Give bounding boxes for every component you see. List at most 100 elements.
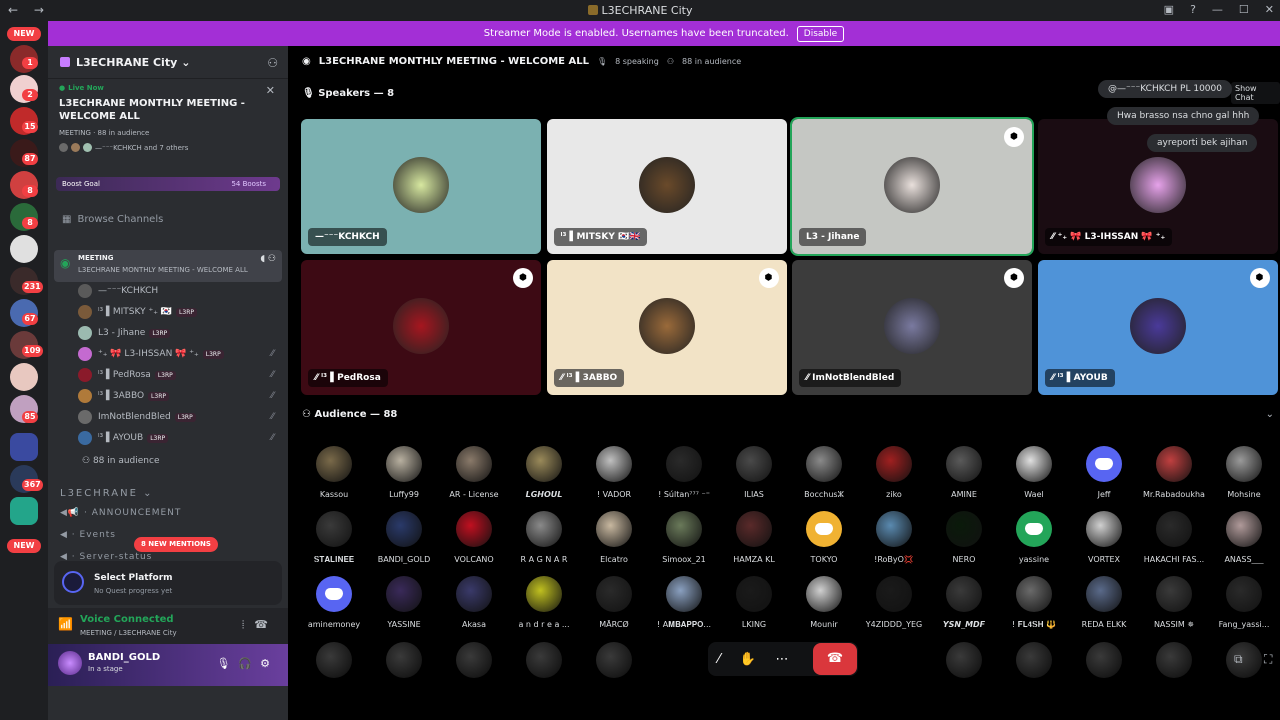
category-header[interactable]: L3ECHRANE ⌄ [60, 488, 154, 499]
fullscreen-icon[interactable]: ⛶ [1264, 652, 1272, 667]
audience-member[interactable]: Y4ZIDDD_YEG [861, 576, 927, 629]
boost-goal-bar[interactable]: Boost Goal 54 Boosts [56, 177, 280, 191]
chevron-down-icon[interactable]: ⌄ [1266, 409, 1274, 420]
channel-events[interactable]: ◀ · Events [60, 530, 116, 540]
stage-member[interactable]: ImNotBlendBled L3RP ⁄⁄ [78, 408, 278, 426]
audience-member[interactable]: ! Súltan⁷⁷⁷ ⁻⁼ [651, 446, 717, 499]
audience-member[interactable] [931, 642, 997, 678]
folder-icon[interactable] [10, 433, 38, 461]
audience-member[interactable]: Mohsine [1211, 446, 1277, 499]
audience-member[interactable]: !RoByO💢 [861, 511, 927, 564]
audience-member[interactable]: Kassou [301, 446, 367, 499]
voice-status[interactable]: Voice Connected [80, 614, 174, 625]
speaker-tile[interactable]: ⁄⁄ ˡ³ ▌3ABBO ⬢ [546, 260, 787, 395]
stage-member[interactable]: L3 - Jihane L3RP [78, 324, 278, 342]
voice-location[interactable]: MEETING / L3ECHRANE City [80, 629, 177, 637]
audience-member[interactable]: Luffy99 [371, 446, 437, 499]
audience-member[interactable]: 𝐒𝐓𝐀𝐋𝐈𝐍𝐄𝐄 [301, 511, 367, 565]
speaker-tile[interactable]: L3 - Jihane ⬢ [790, 117, 1034, 256]
audience-member[interactable]: R A G N A R [511, 511, 577, 564]
disable-button[interactable]: Disable [796, 25, 845, 42]
audience-member[interactable] [1071, 642, 1137, 678]
stage-member[interactable]: ˡ³ ▌MITSKY ⁺₊ 🇰🇷 L3RP [78, 303, 278, 321]
audience-member[interactable]: Wael [1001, 446, 1067, 499]
audience-member[interactable]: LKING [721, 576, 787, 629]
audience-member[interactable]: aminemoney [301, 576, 367, 629]
stage-member[interactable]: —⁻⁻⁻KCHKCH [78, 282, 278, 300]
quest-platform-card[interactable]: Select Platform No Quest progress yet [54, 561, 282, 605]
audience-member[interactable] [1141, 642, 1207, 678]
audience-header[interactable]: ⚇ Audience — 88 [302, 409, 397, 420]
close-icon[interactable]: ✕ [266, 84, 275, 97]
audience-member[interactable]: AR - License [441, 446, 507, 499]
audience-member[interactable]: VOLCANO [441, 511, 507, 564]
audience-member[interactable] [581, 642, 647, 678]
add-member-icon[interactable]: ⚇ [267, 56, 278, 70]
mute-icon[interactable]: ⁄ [718, 652, 720, 667]
browse-channels[interactable]: Browse Channels [62, 214, 163, 225]
audience-member[interactable]: Bocchusⵣ [791, 446, 857, 499]
audience-member[interactable]: ! VADOR [581, 446, 647, 499]
speaker-tile[interactable]: ⁄⁄ ImNotBlendBled ⬢ [792, 260, 1032, 395]
audience-member[interactable]: Akasa [441, 576, 507, 629]
channel-announcement[interactable]: ◀📢 · ANNOUNCEMENT [60, 508, 181, 518]
audience-member[interactable]: yassine [1001, 511, 1067, 564]
avatar[interactable] [58, 651, 82, 675]
audience-member[interactable]: 𝙇𝙂𝙃𝙊𝙐𝙇 [511, 446, 577, 499]
audience-member[interactable]: ziko [861, 446, 927, 499]
audience-member[interactable] [1001, 642, 1067, 678]
audience-member[interactable]: ! 𝐅𝐋𝟒𝐒𝐇 🔱 [1001, 576, 1067, 630]
audience-member[interactable]: ANASS___ [1211, 511, 1277, 564]
audience-member[interactable]: MĀRCØ [581, 576, 647, 629]
more-icon[interactable]: ⋯ [776, 652, 789, 667]
audience-member[interactable] [511, 642, 577, 678]
live-now-card[interactable]: Live Now ✕ L3ECHRANE MONTHLY MEETING - W… [59, 84, 279, 152]
new-mentions-pill[interactable]: 8 NEW MENTIONS [134, 537, 218, 552]
stage-member[interactable]: ⁺₊ 🎀 L3-IHSSAN 🎀 ⁺₊ L3RP ⁄⁄ [78, 345, 278, 363]
voice-controls[interactable]: ⦙☎ [242, 618, 278, 632]
audience-member[interactable]: BANDI_GOLD [371, 511, 437, 564]
audience-member[interactable] [301, 642, 367, 678]
leave-stage-button[interactable]: ☎ [813, 643, 857, 675]
audience-member[interactable]: Jeff [1071, 446, 1137, 499]
audience-member[interactable]: VORTEX [1071, 511, 1137, 564]
audience-member[interactable]: NASSIM ✵ [1141, 576, 1207, 629]
audience-member[interactable]: Mounir [791, 576, 857, 629]
audience-member[interactable]: ! A𝐌𝐁𝐀𝐏𝐏𝐎... [651, 576, 717, 630]
server-icon[interactable] [10, 363, 38, 391]
audience-member[interactable] [441, 642, 507, 678]
user-controls[interactable]: 🎙🎧⚙ [216, 657, 278, 670]
server-header[interactable]: L3ECHRANE City ⌄ ⚇ [48, 46, 288, 79]
audience-member[interactable]: TOKYO [791, 511, 857, 564]
speaker-tile[interactable]: ⁄⁄ ˡ³ ▌AYOUB ⬢ [1037, 260, 1278, 395]
speaker-tile[interactable]: ˡ³ ▌MITSKY 🇰🇷🇬🇧 [546, 119, 787, 254]
speaker-tile[interactable]: ⁄⁄ ˡ³ ▌PedRosa ⬢ [301, 260, 541, 395]
minimize-button[interactable]: — [1212, 3, 1223, 16]
help-icon[interactable]: ? [1190, 3, 1196, 16]
audience-member[interactable]: HAKACHI FAS... [1141, 511, 1207, 564]
audience-member[interactable]: ILIAS [721, 446, 787, 499]
speaker-tile[interactable]: —⁻⁻⁻KCHKCH [301, 119, 541, 254]
server-icon[interactable] [10, 235, 38, 263]
audience-member[interactable]: 𝙔𝙎𝙉_𝙈𝘿𝙁 [931, 576, 997, 629]
maximize-button[interactable]: ☐ [1239, 3, 1249, 16]
audience-member[interactable]: YASSINE [371, 576, 437, 629]
channel-meeting[interactable]: ◉ MEETING L3ECHRANE MONTHLY MEETING - WE… [54, 250, 282, 282]
server-icon[interactable] [10, 497, 38, 525]
chat-icon[interactable]: ◖ ⚇ [260, 254, 276, 264]
audience-member[interactable]: AMINE [931, 446, 997, 499]
close-button[interactable]: ✕ [1265, 3, 1274, 16]
audience-member[interactable]: NERO [931, 511, 997, 564]
raise-hand-icon[interactable]: ✋ [740, 652, 756, 667]
audience-member[interactable]: Simoox_21 [651, 511, 717, 564]
audience-member[interactable]: Fang_yassi... [1211, 576, 1277, 629]
audience-member[interactable]: REDA ELKK [1071, 576, 1137, 629]
inbox-icon[interactable]: ▣ [1164, 3, 1174, 16]
audience-member[interactable]: HAMZA KL [721, 511, 787, 564]
audience-member[interactable]: Elcatro [581, 511, 647, 564]
audience-member[interactable]: Mr.Rabadoukha [1141, 446, 1207, 499]
stage-member[interactable]: ˡ³ ▌AYOUB L3RP ⁄⁄ [78, 429, 278, 447]
popout-icon[interactable]: ⧉ [1234, 652, 1243, 667]
audience-member[interactable] [371, 642, 437, 678]
stage-member[interactable]: ˡ³ ▌PedRosa L3RP ⁄⁄ [78, 366, 278, 384]
